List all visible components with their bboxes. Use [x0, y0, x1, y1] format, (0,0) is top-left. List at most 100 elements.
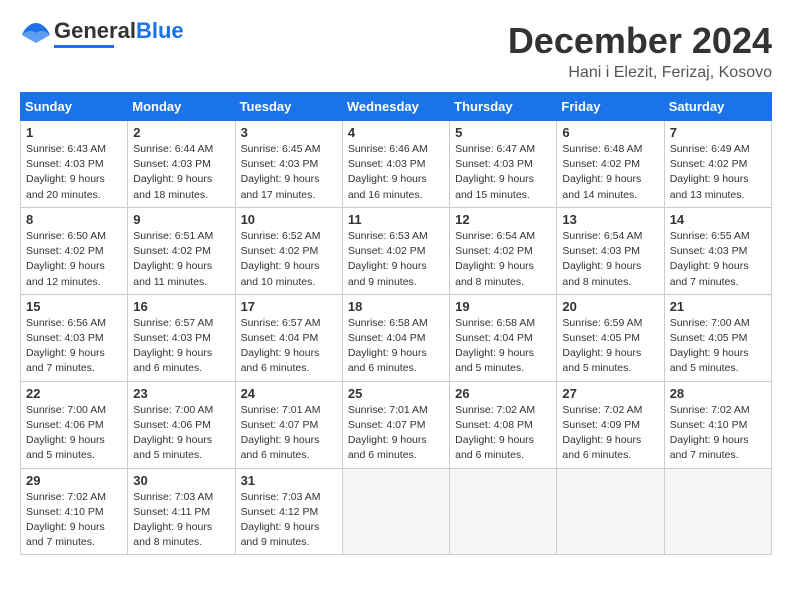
weekday-header-thursday: Thursday [450, 93, 557, 121]
day-info: Sunrise: 7:02 AMSunset: 4:08 PMDaylight:… [455, 403, 551, 464]
day-info: Sunrise: 7:02 AMSunset: 4:09 PMDaylight:… [562, 403, 658, 464]
calendar-day-cell: 18 Sunrise: 6:58 AMSunset: 4:04 PMDayligh… [342, 294, 449, 381]
logo: GeneralBlue [20, 20, 184, 48]
day-info: Sunrise: 7:03 AMSunset: 4:11 PMDaylight:… [133, 490, 229, 551]
day-info: Sunrise: 7:01 AMSunset: 4:07 PMDaylight:… [348, 403, 444, 464]
logo-blue: Blue [136, 18, 184, 43]
calendar-day-cell: 2Sunrise: 6:44 AMSunset: 4:03 PMDaylight… [128, 121, 235, 208]
day-info: Sunrise: 7:03 AMSunset: 4:12 PMDaylight:… [241, 490, 337, 551]
day-info: Sunrise: 7:00 AMSunset: 4:06 PMDaylight:… [26, 403, 122, 464]
day-number: 5 [455, 125, 551, 140]
day-number: 10 [241, 212, 337, 227]
day-info: Sunrise: 6:43 AMSunset: 4:03 PMDaylight:… [26, 142, 122, 203]
day-number: 18 [348, 299, 444, 314]
calendar-day-cell [450, 468, 557, 555]
day-number: 30 [133, 473, 229, 488]
calendar-day-cell: 5 Sunrise: 6:47 AMSunset: 4:03 PMDaylight… [450, 121, 557, 208]
day-number: 23 [133, 386, 229, 401]
calendar-week-row: 29Sunrise: 7:02 AMSunset: 4:10 PMDayligh… [21, 468, 772, 555]
calendar-day-cell: 12 Sunrise: 6:54 AMSunset: 4:02 PMDayligh… [450, 207, 557, 294]
day-number: 11 [348, 212, 444, 227]
day-number: 2 [133, 125, 229, 140]
day-number: 7 [670, 125, 766, 140]
day-info: Sunrise: 7:01 AMSunset: 4:07 PMDaylight:… [241, 403, 337, 464]
calendar-day-cell: 26Sunrise: 7:02 AMSunset: 4:08 PMDayligh… [450, 381, 557, 468]
calendar-day-cell: 16 Sunrise: 6:57 AMSunset: 4:03 PMDayligh… [128, 294, 235, 381]
calendar-week-row: 22Sunrise: 7:00 AMSunset: 4:06 PMDayligh… [21, 381, 772, 468]
weekday-header-saturday: Saturday [664, 93, 771, 121]
calendar-day-cell: 30 Sunrise: 7:03 AMSunset: 4:11 PMDayligh… [128, 468, 235, 555]
calendar-day-cell: 3 Sunrise: 6:45 AMSunset: 4:03 PMDaylight… [235, 121, 342, 208]
day-info: Sunrise: 6:59 AMSunset: 4:05 PMDaylight:… [562, 316, 658, 377]
day-number: 9 [133, 212, 229, 227]
calendar-day-cell: 9Sunrise: 6:51 AMSunset: 4:02 PMDaylight… [128, 207, 235, 294]
month-title: December 2024 [508, 20, 772, 62]
day-number: 17 [241, 299, 337, 314]
day-info: Sunrise: 7:02 AMSunset: 4:10 PMDaylight:… [670, 403, 766, 464]
day-number: 29 [26, 473, 122, 488]
day-info: Sunrise: 6:49 AMSunset: 4:02 PMDaylight:… [670, 142, 766, 203]
day-info: Sunrise: 6:57 AMSunset: 4:03 PMDaylight:… [133, 316, 229, 377]
day-info: Sunrise: 7:00 AMSunset: 4:06 PMDaylight:… [133, 403, 229, 464]
weekday-header-friday: Friday [557, 93, 664, 121]
day-number: 19 [455, 299, 551, 314]
day-number: 31 [241, 473, 337, 488]
calendar-week-row: 8 Sunrise: 6:50 AMSunset: 4:02 PMDaylight… [21, 207, 772, 294]
logo-bird-icon [20, 21, 52, 47]
day-number: 12 [455, 212, 551, 227]
weekday-header-wednesday: Wednesday [342, 93, 449, 121]
calendar-day-cell: 6 Sunrise: 6:48 AMSunset: 4:02 PMDaylight… [557, 121, 664, 208]
calendar-day-cell: 8 Sunrise: 6:50 AMSunset: 4:02 PMDaylight… [21, 207, 128, 294]
calendar-day-cell: 28 Sunrise: 7:02 AMSunset: 4:10 PMDayligh… [664, 381, 771, 468]
calendar-day-cell: 14Sunrise: 6:55 AMSunset: 4:03 PMDayligh… [664, 207, 771, 294]
calendar-day-cell: 15Sunrise: 6:56 AMSunset: 4:03 PMDayligh… [21, 294, 128, 381]
day-info: Sunrise: 6:47 AMSunset: 4:03 PMDaylight:… [455, 142, 551, 203]
location-title: Hani i Elezit, Ferizaj, Kosovo [508, 64, 772, 82]
day-number: 14 [670, 212, 766, 227]
day-number: 28 [670, 386, 766, 401]
calendar-day-cell: 23 Sunrise: 7:00 AMSunset: 4:06 PMDayligh… [128, 381, 235, 468]
day-number: 21 [670, 299, 766, 314]
day-info: Sunrise: 6:50 AMSunset: 4:02 PMDaylight:… [26, 229, 122, 290]
weekday-header-tuesday: Tuesday [235, 93, 342, 121]
calendar-day-cell: 25 Sunrise: 7:01 AMSunset: 4:07 PMDayligh… [342, 381, 449, 468]
day-info: Sunrise: 6:46 AMSunset: 4:03 PMDaylight:… [348, 142, 444, 203]
calendar-day-cell: 27 Sunrise: 7:02 AMSunset: 4:09 PMDayligh… [557, 381, 664, 468]
day-number: 1 [26, 125, 122, 140]
calendar-day-cell: 7 Sunrise: 6:49 AMSunset: 4:02 PMDaylight… [664, 121, 771, 208]
calendar-day-cell [557, 468, 664, 555]
day-number: 6 [562, 125, 658, 140]
day-info: Sunrise: 6:54 AMSunset: 4:03 PMDaylight:… [562, 229, 658, 290]
day-info: Sunrise: 6:58 AMSunset: 4:04 PMDaylight:… [348, 316, 444, 377]
day-info: Sunrise: 6:53 AMSunset: 4:02 PMDaylight:… [348, 229, 444, 290]
day-number: 27 [562, 386, 658, 401]
weekday-header-row: SundayMondayTuesdayWednesdayThursdayFrid… [21, 93, 772, 121]
day-info: Sunrise: 6:52 AMSunset: 4:02 PMDaylight:… [241, 229, 337, 290]
calendar-day-cell: 29Sunrise: 7:02 AMSunset: 4:10 PMDayligh… [21, 468, 128, 555]
day-info: Sunrise: 6:45 AMSunset: 4:03 PMDaylight:… [241, 142, 337, 203]
day-number: 8 [26, 212, 122, 227]
calendar-day-cell: 21Sunrise: 7:00 AMSunset: 4:05 PMDayligh… [664, 294, 771, 381]
calendar-week-row: 1 Sunrise: 6:43 AMSunset: 4:03 PMDaylight… [21, 121, 772, 208]
day-number: 24 [241, 386, 337, 401]
logo-general: GeneralBlue [54, 18, 184, 43]
calendar-day-cell: 20 Sunrise: 6:59 AMSunset: 4:05 PMDayligh… [557, 294, 664, 381]
calendar-day-cell: 31 Sunrise: 7:03 AMSunset: 4:12 PMDayligh… [235, 468, 342, 555]
day-info: Sunrise: 6:56 AMSunset: 4:03 PMDaylight:… [26, 316, 122, 377]
day-number: 25 [348, 386, 444, 401]
calendar-day-cell: 4Sunrise: 6:46 AMSunset: 4:03 PMDaylight… [342, 121, 449, 208]
calendar-table: SundayMondayTuesdayWednesdayThursdayFrid… [20, 92, 772, 555]
day-info: Sunrise: 6:54 AMSunset: 4:02 PMDaylight:… [455, 229, 551, 290]
day-number: 3 [241, 125, 337, 140]
calendar-week-row: 15Sunrise: 6:56 AMSunset: 4:03 PMDayligh… [21, 294, 772, 381]
title-block: December 2024 Hani i Elezit, Ferizaj, Ko… [508, 20, 772, 82]
page-header: GeneralBlue December 2024 Hani i Elezit,… [20, 20, 772, 82]
day-number: 20 [562, 299, 658, 314]
day-info: Sunrise: 6:57 AMSunset: 4:04 PMDaylight:… [241, 316, 337, 377]
day-number: 16 [133, 299, 229, 314]
calendar-day-cell: 17 Sunrise: 6:57 AMSunset: 4:04 PMDayligh… [235, 294, 342, 381]
day-info: Sunrise: 6:48 AMSunset: 4:02 PMDaylight:… [562, 142, 658, 203]
weekday-header-sunday: Sunday [21, 93, 128, 121]
calendar-day-cell: 19Sunrise: 6:58 AMSunset: 4:04 PMDayligh… [450, 294, 557, 381]
calendar-day-cell: 22Sunrise: 7:00 AMSunset: 4:06 PMDayligh… [21, 381, 128, 468]
